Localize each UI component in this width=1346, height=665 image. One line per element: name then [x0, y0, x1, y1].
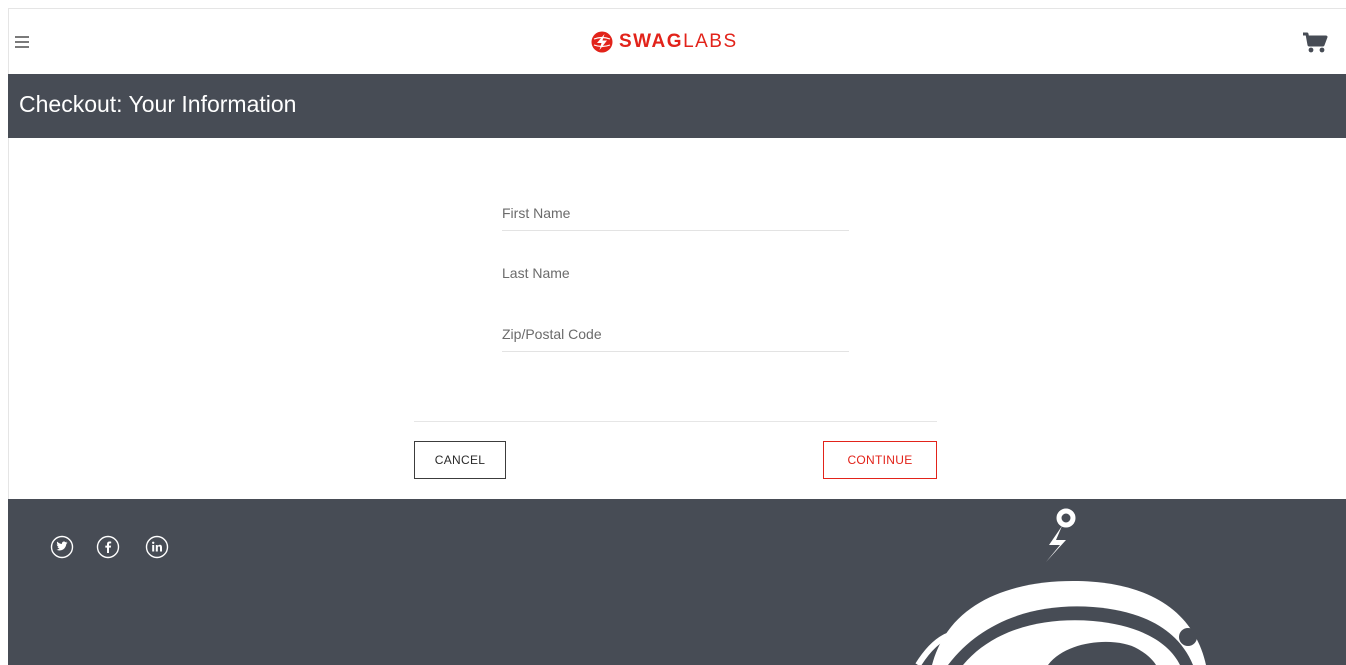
- postal-code-input[interactable]: [502, 316, 849, 352]
- checkout-page: SWAGLABS Checkout: Your Information CANC…: [0, 0, 1346, 665]
- cancel-button[interactable]: CANCEL: [414, 441, 506, 479]
- page-title: Checkout: Your Information: [19, 91, 297, 117]
- checkout-info-form: CANCEL CONTINUE: [8, 138, 1346, 499]
- swag-labs-logo: SWAGLABS: [591, 29, 738, 55]
- logo-text-labs: LABS: [683, 31, 738, 52]
- swag-bot-mascot: [915, 508, 1206, 665]
- twitter-icon[interactable]: [50, 535, 74, 559]
- app-header: SWAGLABS: [8, 8, 1346, 74]
- continue-button[interactable]: CONTINUE: [823, 441, 937, 479]
- secondary-header: Checkout: Your Information: [8, 74, 1346, 138]
- lightning-logo-icon: [591, 31, 613, 53]
- app-footer: [8, 499, 1346, 665]
- form-divider: [414, 421, 937, 422]
- linkedin-icon[interactable]: [145, 535, 169, 559]
- first-name-input[interactable]: [502, 195, 849, 231]
- shopping-cart-icon[interactable]: [1302, 32, 1328, 54]
- facebook-icon[interactable]: [96, 535, 120, 559]
- last-name-input[interactable]: [502, 255, 849, 291]
- logo-text: SWAGLABS: [619, 31, 738, 53]
- logo-text-swag: SWAG: [619, 31, 684, 52]
- hamburger-menu-icon[interactable]: [15, 36, 29, 48]
